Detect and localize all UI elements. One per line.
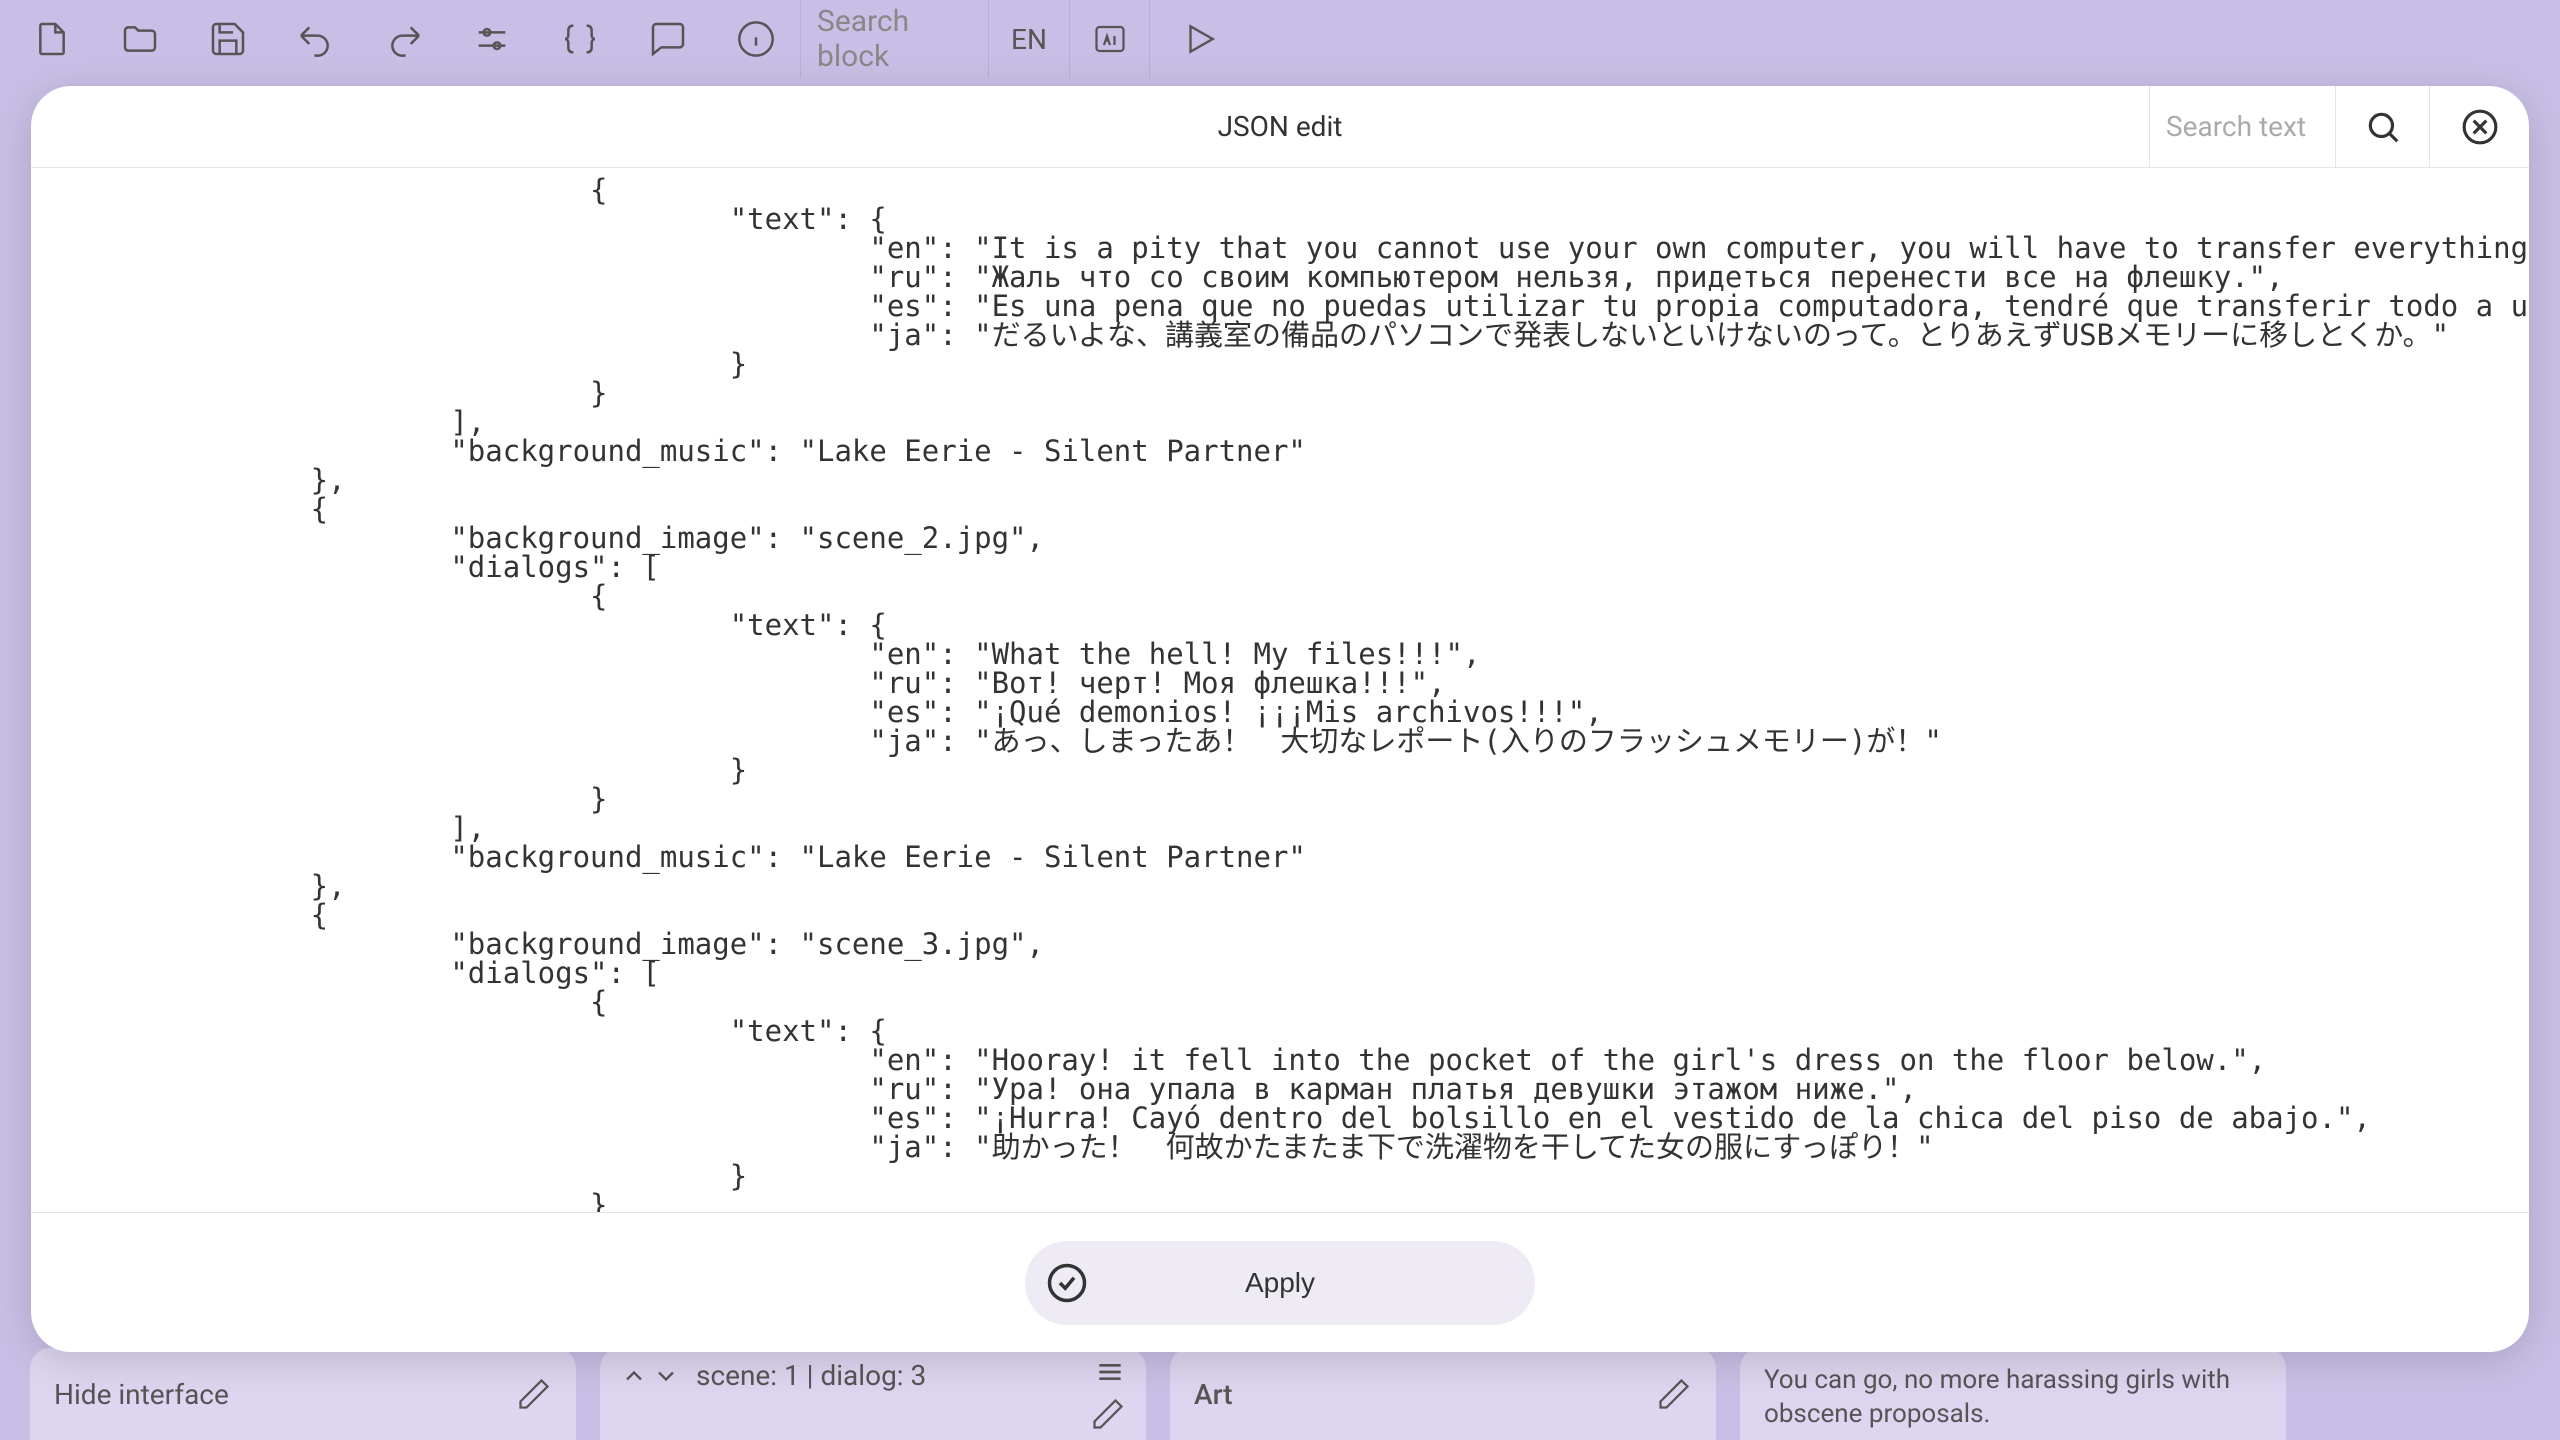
- json-edit-modal-overlay: JSON edit Search text { "text": {: [0, 0, 2560, 1440]
- close-icon[interactable]: [2429, 86, 2529, 168]
- modal-header: JSON edit Search text: [31, 86, 2529, 168]
- json-editor-content[interactable]: { "text": { "en": "It is a pity that you…: [31, 168, 2529, 1212]
- check-icon: [1025, 1241, 1109, 1325]
- search-icon[interactable]: [2335, 86, 2429, 168]
- apply-button[interactable]: Apply: [1025, 1241, 1535, 1325]
- json-edit-modal: JSON edit Search text { "text": {: [31, 86, 2529, 1352]
- apply-label: Apply: [1109, 1267, 1535, 1299]
- modal-footer: Apply: [31, 1212, 2529, 1352]
- modal-title: JSON edit: [1218, 110, 1343, 143]
- search-text-input[interactable]: Search text: [2149, 86, 2335, 168]
